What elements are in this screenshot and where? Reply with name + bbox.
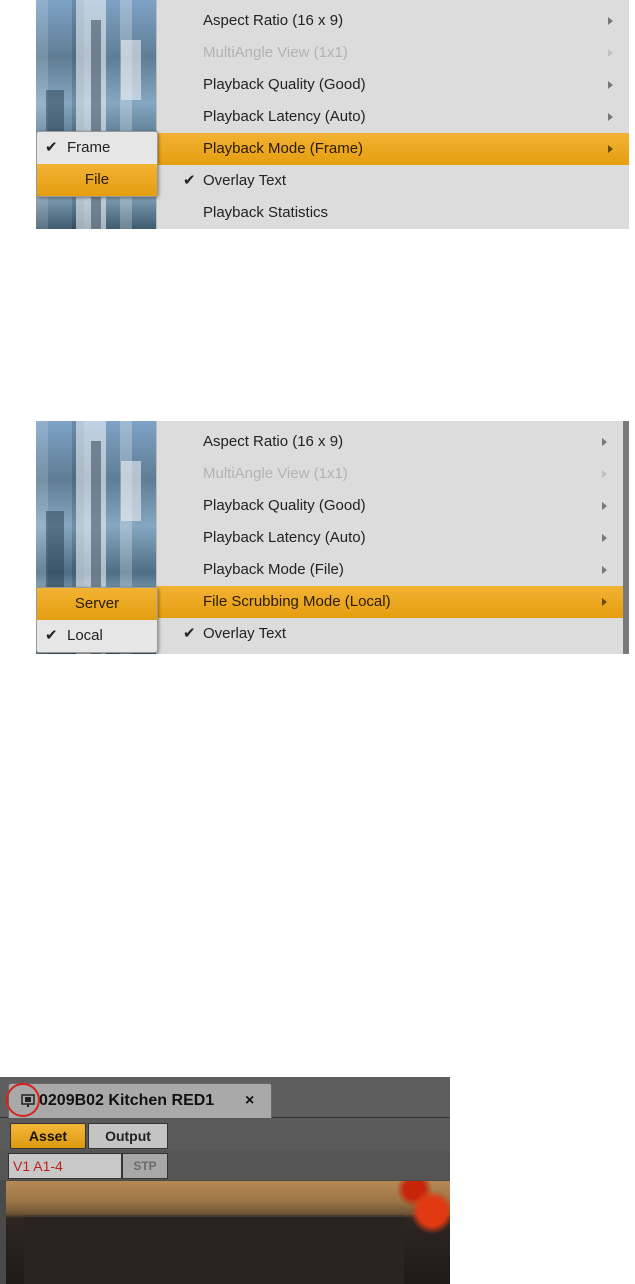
menu-item[interactable]: Playback Mode (File) <box>157 554 623 586</box>
track-selector[interactable]: V1 A1-4 <box>8 1153 122 1179</box>
menu-item[interactable]: Playback Statistics <box>157 650 623 654</box>
video-content <box>24 1215 404 1284</box>
menu-item[interactable]: ✔ Overlay Text <box>157 165 629 197</box>
menu-item: MultiAngle View (1x1) <box>157 37 629 69</box>
menu-item[interactable]: Playback Quality (Good) <box>157 490 623 522</box>
tab-title: 0209B02 Kitchen RED1 <box>39 1092 215 1109</box>
menu-item: MultiAngle View (1x1) <box>157 458 623 490</box>
menu-item[interactable]: Aspect Ratio (16 x 9) <box>157 5 629 37</box>
menu-item-label: Playback Mode (File) <box>203 561 344 578</box>
submenu-item[interactable]: Server <box>37 588 157 620</box>
submenu-arrow-icon <box>608 49 613 57</box>
menu-item-label: MultiAngle View (1x1) <box>203 465 348 482</box>
submenu-item[interactable]: File <box>37 164 157 196</box>
menu-item-label: Playback Mode (Frame) <box>203 140 364 157</box>
submenu-item[interactable]: ✔ Local <box>37 620 157 652</box>
menu-item-label: Overlay Text <box>203 172 287 189</box>
menu-item-label: Aspect Ratio (16 x 9) <box>203 12 344 29</box>
checkmark-icon: ✔ <box>45 139 58 156</box>
menu-item-label: Playback Statistics <box>203 650 328 654</box>
video-viewer[interactable] <box>6 1181 450 1284</box>
menu-item[interactable]: ✔ Overlay Text <box>157 618 623 650</box>
menu-item[interactable]: Playback Latency (Auto) <box>157 101 629 133</box>
menu-edge <box>623 421 629 654</box>
submenu-arrow-icon <box>608 145 613 153</box>
submenu-arrow-icon <box>602 598 607 606</box>
submenu-arrow-icon <box>608 81 613 89</box>
file-scrubbing-mode-submenu: Server ✔ Local <box>36 587 158 653</box>
close-icon[interactable]: × <box>245 1084 254 1118</box>
track-row: V1 A1-4 STP <box>0 1150 450 1180</box>
asset-mode-button[interactable]: Asset <box>10 1123 86 1149</box>
menu-item-label: Playback Statistics <box>203 204 329 221</box>
checkmark-icon: ✔ <box>183 172 196 189</box>
submenu-arrow-icon <box>608 113 613 121</box>
mode-toolbar: Asset Output <box>0 1118 450 1150</box>
menu-item[interactable]: Playback Statistics <box>157 197 629 229</box>
context-menu: Aspect Ratio (16 x 9) MultiAngle View (1x… <box>156 421 623 654</box>
stp-button[interactable]: STP <box>122 1153 168 1179</box>
playback-menu-screenshot-2: Aspect Ratio (16 x 9) MultiAngle View (1x… <box>36 421 629 654</box>
submenu-arrow-icon <box>608 17 613 25</box>
menu-item-label: Overlay Text <box>203 625 287 642</box>
tab-bar: 0209B02 Kitchen RED1 × <box>0 1077 450 1118</box>
submenu-arrow-icon <box>602 438 607 446</box>
menu-item-label: Playback Latency (Auto) <box>203 529 366 546</box>
checkmark-icon: ✔ <box>183 625 196 642</box>
menu-item-label: Playback Quality (Good) <box>203 497 366 514</box>
menu-item[interactable]: Aspect Ratio (16 x 9) <box>157 426 623 458</box>
menu-item-label: MultiAngle View (1x1) <box>203 44 348 61</box>
track-label: V1 A1-4 <box>13 1158 63 1174</box>
context-menu: Aspect Ratio (16 x 9) MultiAngle View (1x… <box>156 0 629 229</box>
submenu-item-label: Frame <box>67 139 111 156</box>
asset-monitor-panel: 0209B02 Kitchen RED1 × Asset Output V1 A… <box>0 1077 450 1284</box>
submenu-arrow-icon <box>602 566 607 574</box>
menu-item[interactable]: Playback Mode (Frame) <box>157 133 629 165</box>
submenu-item-label: File <box>84 171 110 188</box>
tab-asset-clip[interactable]: 0209B02 Kitchen RED1 × <box>8 1083 272 1118</box>
submenu-item-label: Server <box>74 595 120 612</box>
submenu-arrow-icon <box>602 502 607 510</box>
annotation-circle <box>6 1083 40 1117</box>
menu-item-label: File Scrubbing Mode (Local) <box>203 593 391 610</box>
menu-item-label: Playback Quality (Good) <box>203 76 366 93</box>
submenu-item[interactable]: ✔ Frame <box>37 132 157 164</box>
checkmark-icon: ✔ <box>45 627 58 644</box>
playback-menu-screenshot-1: Aspect Ratio (16 x 9) MultiAngle View (1x… <box>36 0 629 229</box>
output-mode-button[interactable]: Output <box>88 1123 168 1149</box>
submenu-arrow-icon <box>602 534 607 542</box>
menu-item[interactable]: Playback Quality (Good) <box>157 69 629 101</box>
menu-item-label: Playback Latency (Auto) <box>203 108 366 125</box>
submenu-arrow-icon <box>602 470 607 478</box>
menu-item[interactable]: Playback Latency (Auto) <box>157 522 623 554</box>
menu-item[interactable]: File Scrubbing Mode (Local) <box>157 586 623 618</box>
playback-mode-submenu: ✔ Frame File <box>36 131 158 197</box>
menu-item-label: Aspect Ratio (16 x 9) <box>203 433 344 450</box>
submenu-item-label: Local <box>67 627 103 644</box>
